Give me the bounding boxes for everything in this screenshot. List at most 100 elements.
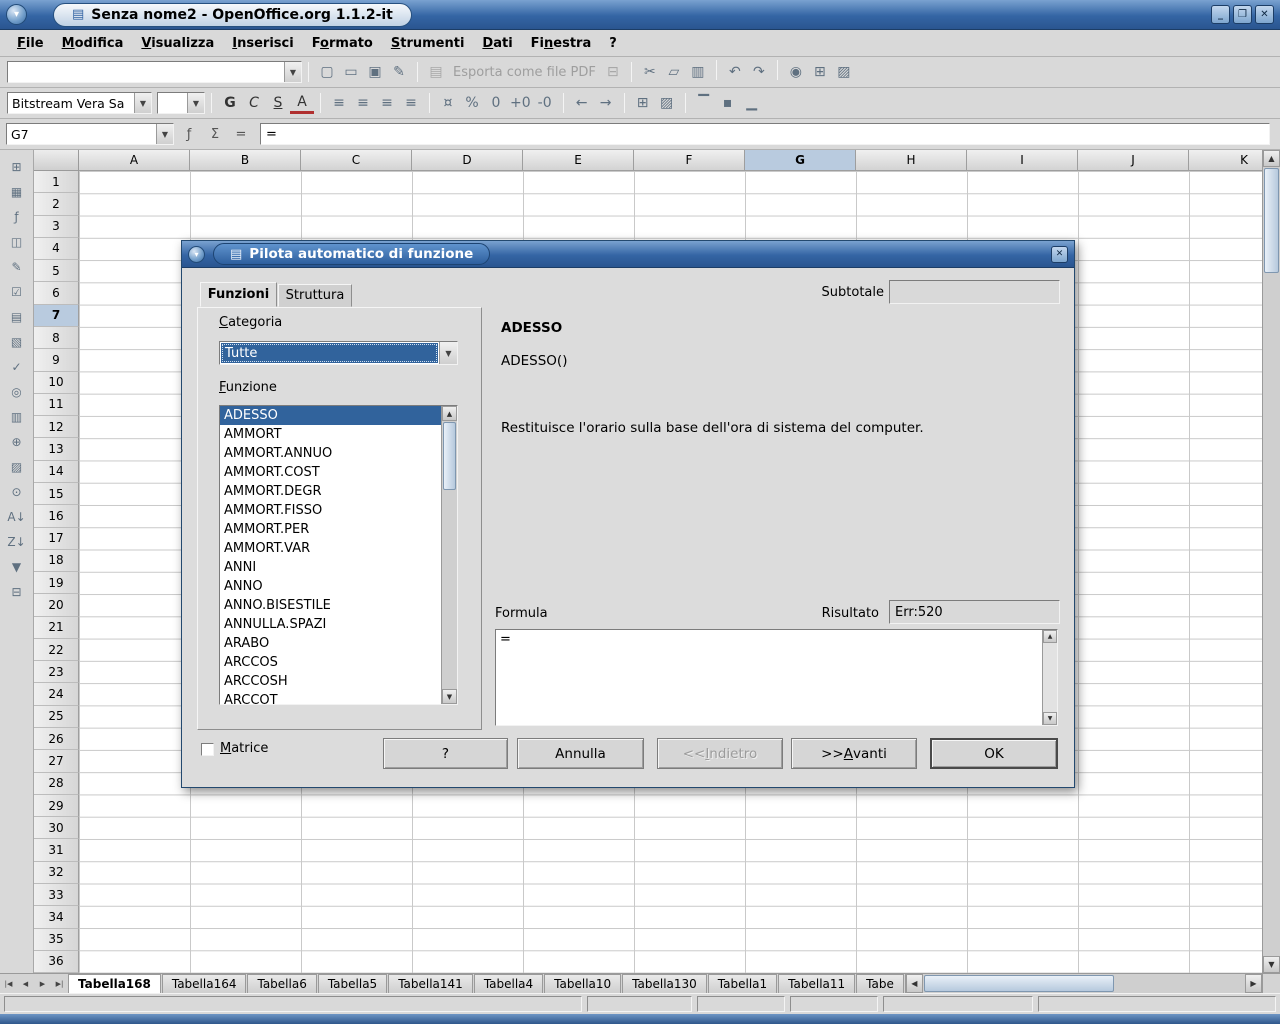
- decrease-indent-button[interactable]: ←: [570, 91, 594, 115]
- function-list-item[interactable]: ANNI: [220, 558, 441, 577]
- function-list-item[interactable]: ANNULLA.SPAZI: [220, 615, 441, 634]
- function-list-item[interactable]: ARABO: [220, 634, 441, 653]
- paste-icon[interactable]: ▥: [686, 60, 710, 84]
- column-header-G[interactable]: G: [745, 150, 856, 171]
- navigator-icon[interactable]: ⊞: [808, 60, 832, 84]
- row-header-26[interactable]: 26: [34, 728, 79, 750]
- last-sheet-button[interactable]: ▶|: [51, 974, 68, 993]
- dropdown-arrow-icon[interactable]: ▼: [284, 62, 301, 82]
- menu-strumenti[interactable]: Strumenti: [382, 32, 474, 55]
- maximize-button[interactable]: ❐: [1233, 5, 1252, 24]
- insert-chart-icon[interactable]: ▧: [4, 330, 30, 353]
- sheet-tab-tabella130[interactable]: Tabella130: [622, 974, 707, 993]
- function-list-item[interactable]: AMMORT.VAR: [220, 539, 441, 558]
- column-header-D[interactable]: D: [412, 150, 523, 171]
- dropdown-arrow-icon[interactable]: ▼: [134, 93, 151, 113]
- row-header-29[interactable]: 29: [34, 795, 79, 817]
- align-left-button[interactable]: ≡: [327, 91, 351, 115]
- dropdown-arrow-icon[interactable]: ▼: [156, 124, 173, 144]
- category-dropdown[interactable]: Tutte ▼: [219, 341, 458, 365]
- menu-inserisci[interactable]: Inserisci: [223, 32, 302, 55]
- underline-button[interactable]: S: [266, 91, 290, 115]
- copy-icon[interactable]: ▱: [662, 60, 686, 84]
- row-header-23[interactable]: 23: [34, 661, 79, 683]
- delete-decimal-button[interactable]: -0: [533, 91, 557, 115]
- find-replace-icon[interactable]: ◎: [4, 380, 30, 403]
- function-autopilot-icon[interactable]: ƒ: [178, 123, 200, 145]
- scroll-left-icon[interactable]: ◀: [906, 974, 923, 993]
- sort-descending-icon[interactable]: Z↓: [4, 530, 30, 553]
- column-header-B[interactable]: B: [190, 150, 301, 171]
- menu-finestra[interactable]: Finestra: [522, 32, 601, 55]
- formula-input[interactable]: [260, 123, 1270, 145]
- row-header-9[interactable]: 9: [34, 349, 79, 371]
- number-format-currency-button[interactable]: ¤: [436, 91, 460, 115]
- scroll-up-icon[interactable]: ▲: [442, 406, 457, 421]
- previous-sheet-button[interactable]: ◀: [17, 974, 34, 993]
- function-list-item[interactable]: ANNO: [220, 577, 441, 596]
- open-document-icon[interactable]: ▭: [339, 60, 363, 84]
- font-name-combobox[interactable]: Bitstream Vera Sa ▼: [7, 92, 152, 114]
- scroll-down-icon[interactable]: ▼: [442, 689, 457, 704]
- scroll-up-icon[interactable]: ▲: [1043, 630, 1057, 643]
- row-header-18[interactable]: 18: [34, 550, 79, 572]
- new-document-icon[interactable]: ▢: [315, 60, 339, 84]
- draw-functions-icon[interactable]: ✎: [4, 255, 30, 278]
- undo-icon[interactable]: ↶: [723, 60, 747, 84]
- function-listbox[interactable]: ADESSOAMMORTAMMORT.ANNUOAMMORT.COSTAMMOR…: [219, 405, 458, 705]
- minimize-button[interactable]: _: [1211, 5, 1230, 24]
- scroll-right-icon[interactable]: ▶: [1245, 974, 1262, 993]
- row-header-8[interactable]: 8: [34, 327, 79, 349]
- listbox-scrollbar-thumb[interactable]: [443, 422, 456, 490]
- align-bottom-button[interactable]: ▁: [740, 91, 764, 115]
- insert-object-icon[interactable]: ◫: [4, 230, 30, 253]
- row-header-7[interactable]: 7: [34, 305, 79, 327]
- align-vcenter-button[interactable]: ▪: [716, 91, 740, 115]
- column-header-J[interactable]: J: [1078, 150, 1189, 171]
- listbox-scrollbar-track[interactable]: [442, 491, 457, 689]
- dialog-close-button[interactable]: ✕: [1051, 246, 1068, 263]
- spellcheck-icon[interactable]: ✓: [4, 355, 30, 378]
- horizontal-scrollbar-thumb[interactable]: [924, 975, 1114, 992]
- row-header-13[interactable]: 13: [34, 438, 79, 460]
- borders-button[interactable]: ⊞: [631, 91, 655, 115]
- row-header-30[interactable]: 30: [34, 817, 79, 839]
- tab-funzioni[interactable]: Funzioni: [200, 282, 277, 307]
- function-list-item[interactable]: ANNO.BISESTILE: [220, 596, 441, 615]
- function-list-item[interactable]: ARCCOS: [220, 653, 441, 672]
- column-header-E[interactable]: E: [523, 150, 634, 171]
- url-input[interactable]: [8, 62, 284, 82]
- sum-icon[interactable]: Σ: [204, 123, 226, 145]
- function-list-item[interactable]: ARCCOSH: [220, 672, 441, 691]
- row-header-1[interactable]: 1: [34, 171, 79, 193]
- row-header-36[interactable]: 36: [34, 951, 79, 973]
- scroll-down-icon[interactable]: ▼: [1043, 712, 1057, 725]
- row-header-21[interactable]: 21: [34, 617, 79, 639]
- edit-file-icon[interactable]: ✎: [387, 60, 411, 84]
- menu-dati[interactable]: Dati: [473, 32, 521, 55]
- column-header-A[interactable]: A: [79, 150, 190, 171]
- horizontal-scrollbar[interactable]: ◀ ▶: [905, 974, 1262, 993]
- cancel-button[interactable]: Annulla: [517, 738, 644, 769]
- function-list-item[interactable]: AMMORT.DEGR: [220, 482, 441, 501]
- menu-visualizza[interactable]: Visualizza: [132, 32, 223, 55]
- sort-ascending-icon[interactable]: A↓: [4, 505, 30, 528]
- row-header-35[interactable]: 35: [34, 929, 79, 951]
- autoformat-icon[interactable]: ▤: [4, 305, 30, 328]
- data-sources-icon[interactable]: ▥: [4, 405, 30, 428]
- number-format-standard-button[interactable]: 0: [484, 91, 508, 115]
- row-header-3[interactable]: 3: [34, 216, 79, 238]
- add-decimal-button[interactable]: +0: [508, 91, 533, 115]
- help-button[interactable]: ?: [383, 738, 508, 769]
- save-document-icon[interactable]: ▣: [363, 60, 387, 84]
- column-header-K[interactable]: K: [1189, 150, 1262, 171]
- dropdown-arrow-icon[interactable]: ▼: [187, 93, 204, 113]
- row-header-14[interactable]: 14: [34, 461, 79, 483]
- row-header-10[interactable]: 10: [34, 372, 79, 394]
- array-checkbox[interactable]: [201, 743, 214, 756]
- gallery-icon[interactable]: ▨: [4, 455, 30, 478]
- number-format-percent-button[interactable]: %: [460, 91, 484, 115]
- function-list-item[interactable]: ARCCOT: [220, 691, 441, 704]
- italic-button[interactable]: C: [242, 91, 266, 115]
- dropdown-arrow-icon[interactable]: ▼: [439, 342, 457, 364]
